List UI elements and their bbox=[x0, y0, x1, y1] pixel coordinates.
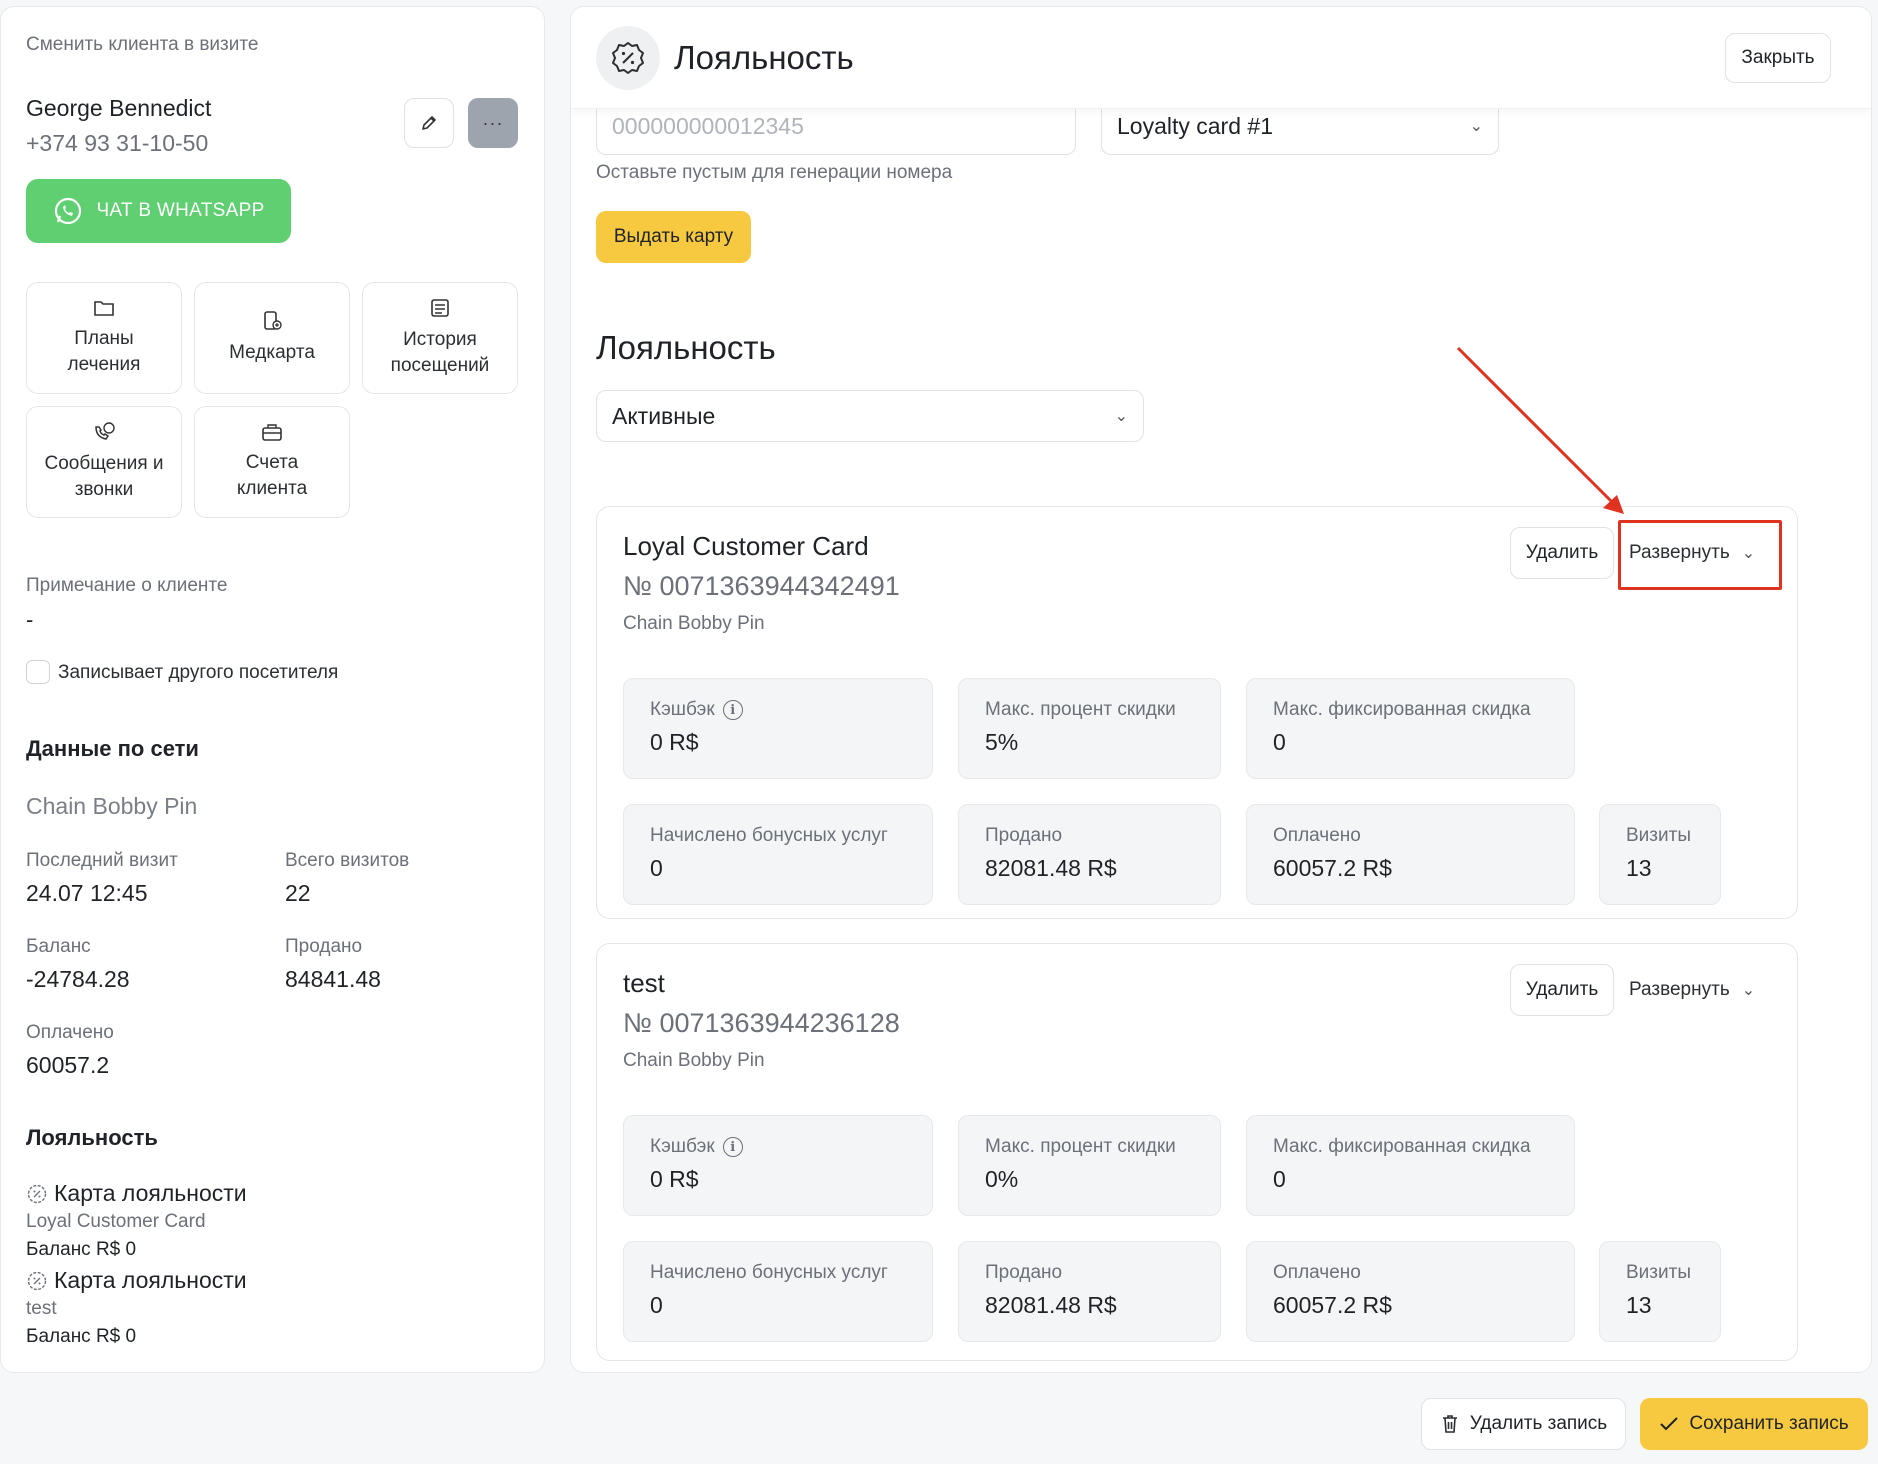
check-icon bbox=[1660, 1417, 1679, 1431]
save-record-button[interactable]: Сохранить запись bbox=[1640, 1398, 1868, 1450]
delete-record-button[interactable]: Удалить запись bbox=[1421, 1398, 1626, 1450]
delete-record-label: Удалить запись bbox=[1469, 1413, 1608, 1434]
annotation-highlight-box bbox=[1618, 520, 1782, 590]
save-record-label: Сохранить запись bbox=[1689, 1413, 1849, 1434]
trash-icon bbox=[1442, 1415, 1457, 1433]
annotation-arrow bbox=[1456, 346, 1624, 514]
